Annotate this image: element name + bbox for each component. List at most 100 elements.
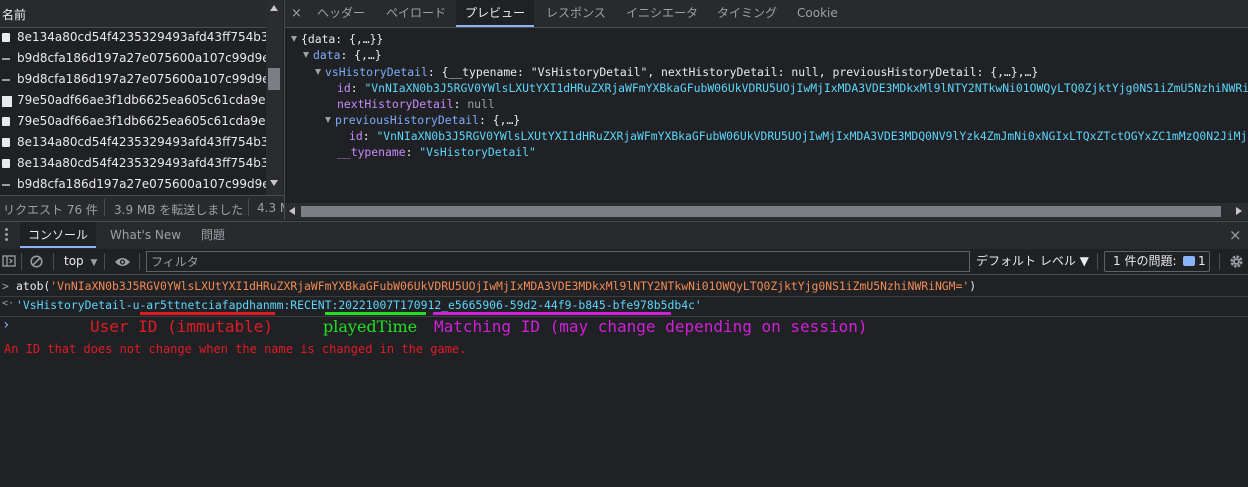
scroll-thumb[interactable] [268, 68, 280, 90]
scroll-right-icon[interactable] [1236, 207, 1242, 215]
tab-issues[interactable]: 問題 [201, 222, 225, 248]
close-drawer-icon[interactable]: × [1229, 222, 1242, 248]
request-name: b9d8cfa186d197a27e075600a107c99d9e21646 [17, 72, 266, 86]
tab-payload[interactable]: ペイロード [386, 0, 446, 27]
console-input-line[interactable]: > atob('VnNIaXN0b3J5RGV0YWlsLXUtYXI1dHRu… [0, 279, 1248, 295]
issues-count: 1 [1198, 254, 1206, 268]
drawer-tab-bar: コンソール What's New 問題 × [0, 221, 1248, 250]
result-value[interactable]: 'VsHistoryDetail-u-ar5ttnetciafapdhanmm:… [16, 298, 702, 312]
tab-whats-new[interactable]: What's New [110, 222, 181, 248]
user-id-underline [140, 312, 275, 315]
sidebar-toggle-icon[interactable] [2, 249, 16, 274]
close-detail-icon[interactable]: × [291, 0, 302, 27]
tree-leaf-next[interactable]: nextHistoryDetail: null [337, 97, 495, 111]
input-marker: > [2, 279, 9, 293]
expand-triangle-icon[interactable] [291, 36, 297, 42]
matching-id-annotation: Matching ID (may change depending on ses… [434, 317, 868, 336]
leaf-key: id [337, 81, 351, 95]
filter-input[interactable] [147, 252, 969, 271]
request-name: 79e50adf66ae3f1db6625ea605c61cda9e2a232 [17, 93, 266, 107]
image-icon [2, 96, 12, 107]
tree-leaf-prev-id[interactable]: id: "VnNIaXN0b3J5RGV0YWlsLXUtYXI1dHRuZXR… [349, 129, 1248, 143]
toolbar-divider [1219, 253, 1220, 270]
issues-label: 1 件の問題: [1113, 254, 1177, 268]
dash-icon [2, 79, 10, 81]
leaf-key: id [349, 129, 363, 143]
gear-icon[interactable] [1229, 249, 1244, 274]
request-row[interactable]: b9d8cfa186d197a27e075600a107c99d9e21646 [0, 69, 266, 90]
document-icon [2, 138, 10, 147]
request-row[interactable]: 8e134a80cd54f4235329493afd43ff754b367a65 [0, 153, 266, 174]
request-row[interactable]: 79e50adf66ae3f1db6625ea605c61cda9e2a232 [0, 111, 266, 132]
tree-node-previous[interactable]: previousHistoryDetail: {,…} [325, 113, 520, 127]
eye-icon[interactable] [114, 249, 131, 274]
input-expression: atob('VnNIaXN0b3J5RGV0YWlsLXUtYXI1dHRuZX… [16, 279, 977, 293]
context-selector[interactable]: top ▼ [64, 249, 97, 274]
matching-id-underline [433, 312, 671, 315]
played-time-underline [325, 312, 426, 315]
tree-leaf-id[interactable]: id: "VnNIaXN0b3J5RGV0YWlsLXUtYXI1dHRuZXR… [337, 81, 1248, 95]
tab-response[interactable]: レスポンス [546, 0, 606, 27]
transferred-size: 3.9 MB を転送しました [114, 203, 244, 217]
request-row[interactable]: b9d8cfa186d197a27e075600a107c99d9e21646 [0, 48, 266, 69]
tree-leaf-typename[interactable]: __typename: "VsHistoryDetail" [337, 145, 536, 159]
toolbar-divider [1097, 253, 1098, 270]
log-level-dropdown[interactable]: デフォルト レベル ▼ [976, 249, 1089, 274]
preview-horizontal-scrollbar[interactable] [285, 203, 1248, 220]
tab-cookie[interactable]: Cookie [797, 0, 838, 27]
tab-preview[interactable]: プレビュー [456, 0, 535, 27]
scroll-down-icon[interactable] [270, 180, 278, 186]
expand-triangle-icon[interactable] [325, 117, 331, 123]
expand-triangle-icon[interactable] [303, 52, 309, 58]
clear-console-icon[interactable] [30, 249, 43, 274]
resources-size: 4.3 M [257, 201, 284, 215]
tab-timing[interactable]: タイミング [717, 0, 777, 27]
status-divider [248, 199, 249, 216]
node-key: data [313, 48, 341, 62]
tree-node-vshistorydetail[interactable]: vsHistoryDetail: {__typename: "VsHistory… [315, 65, 1038, 79]
request-name: b9d8cfa186d197a27e075600a107c99d9e21646 [17, 177, 266, 191]
request-name: b9d8cfa186d197a27e075600a107c99d9e21646 [17, 51, 266, 65]
request-row[interactable]: b9d8cfa186d197a27e075600a107c99d9e21646 [0, 174, 266, 195]
document-icon [2, 33, 10, 42]
issues-button[interactable]: 1 件の問題: 1 [1104, 251, 1210, 272]
scroll-left-icon[interactable] [289, 207, 295, 215]
issue-message-icon [1183, 256, 1195, 266]
request-list-scrollbar[interactable] [266, 0, 283, 195]
tree-node-data[interactable]: data: {,…} [303, 48, 382, 62]
played-time-annotation: playedTime [323, 317, 418, 336]
request-row[interactable]: 79e50adf66ae3f1db6625ea605c61cda9e2a232 [0, 90, 266, 111]
tree-root[interactable]: {data: {,…}} [291, 32, 383, 46]
request-row[interactable]: 8e134a80cd54f4235329493afd43ff754b367a65 [0, 27, 266, 48]
leaf-value: "VnNIaXN0b3J5RGV0YWlsLXUtYXI1dHRuZXRjaWF… [364, 81, 1248, 95]
user-id-annotation: User ID (immutable) [90, 317, 274, 336]
more-vertical-icon[interactable] [5, 228, 8, 243]
node-key: previousHistoryDetail [335, 113, 480, 127]
node-summary: {,…} [354, 48, 382, 62]
filter-input-box[interactable] [146, 251, 970, 272]
request-row[interactable]: 8e134a80cd54f4235329493afd43ff754b367a65 [0, 132, 266, 153]
leaf-value: "VsHistoryDetail" [419, 145, 536, 159]
prompt-chevron-icon: › [2, 317, 11, 333]
expand-triangle-icon[interactable] [315, 69, 321, 75]
root-summary: {data: {,…}} [301, 32, 384, 46]
tab-console[interactable]: コンソール [20, 222, 97, 248]
leaf-value: null [467, 97, 495, 111]
request-name: 79e50adf66ae3f1db6625ea605c61cda9e2a232 [17, 114, 266, 128]
result-marker: <· [2, 298, 15, 309]
id-note: An ID that does not change when the name… [4, 342, 467, 356]
scroll-thumb[interactable] [301, 206, 1221, 217]
request-name: 8e134a80cd54f4235329493afd43ff754b367a65 [17, 30, 266, 44]
node-summary: {,…} [492, 113, 521, 127]
name-column-label: 名前 [2, 8, 27, 22]
leaf-key: __typename [337, 145, 406, 159]
request-name: 8e134a80cd54f4235329493afd43ff754b367a65 [17, 135, 266, 149]
json-preview: {data: {,…}} data: {,…} vsHistoryDetail:… [285, 28, 1248, 203]
request-name: 8e134a80cd54f4235329493afd43ff754b367a65 [17, 156, 266, 170]
name-column-header[interactable]: 名前 [0, 0, 266, 28]
tab-headers[interactable]: ヘッダー [317, 0, 365, 27]
tab-initiator[interactable]: イニシエータ [626, 0, 698, 27]
console-toolbar: top ▼ デフォルト レベル ▼ 1 件の問題: 1 [0, 249, 1248, 275]
dash-icon [2, 184, 10, 186]
scroll-up-icon[interactable] [270, 5, 278, 11]
